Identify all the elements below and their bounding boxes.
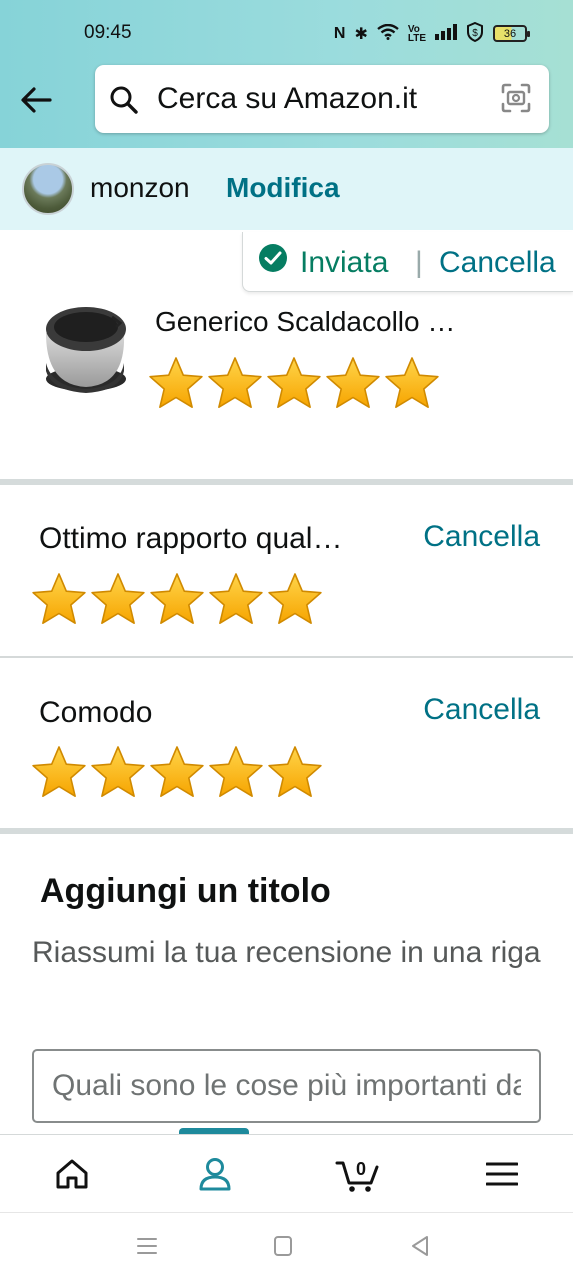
star-icon[interactable] bbox=[149, 745, 205, 799]
edit-profile-link[interactable]: Modifica bbox=[226, 172, 340, 204]
sent-status-label: Inviata bbox=[300, 246, 389, 279]
battery-icon: 36 bbox=[493, 25, 530, 42]
attribute-star-rating[interactable] bbox=[31, 572, 323, 626]
star-icon[interactable] bbox=[149, 572, 205, 626]
star-icon[interactable] bbox=[31, 745, 87, 799]
profile-name: monzon bbox=[90, 172, 190, 203]
product-title: Generico Scaldacollo … bbox=[155, 306, 456, 337]
back-button[interactable] bbox=[14, 80, 58, 120]
divider bbox=[0, 656, 573, 658]
star-icon[interactable] bbox=[384, 356, 440, 410]
nav-menu[interactable] bbox=[430, 1135, 573, 1213]
cancel-review-link[interactable]: Cancella bbox=[439, 246, 556, 280]
star-icon[interactable] bbox=[31, 572, 87, 626]
status-separator: | bbox=[415, 246, 423, 279]
star-icon[interactable] bbox=[208, 745, 264, 799]
status-time: 09:45 bbox=[84, 22, 132, 43]
nav-home[interactable] bbox=[0, 1135, 143, 1213]
product-image bbox=[42, 303, 130, 395]
nav-cart[interactable]: 0 bbox=[286, 1135, 429, 1213]
back-arrow-icon bbox=[21, 87, 52, 113]
system-nav-bar bbox=[0, 1212, 573, 1280]
review-title-input[interactable] bbox=[32, 1049, 541, 1123]
nfc-icon: N bbox=[333, 24, 346, 42]
status-icons: N ✱ Vo LTE $ 36 bbox=[333, 21, 530, 45]
review-status-tab: Inviata | Cancella bbox=[242, 232, 573, 292]
check-circle-icon bbox=[259, 244, 287, 272]
attribute-cancel-link[interactable]: Cancella bbox=[423, 693, 540, 727]
back-triangle-icon[interactable] bbox=[410, 1235, 430, 1257]
home-icon bbox=[56, 1159, 87, 1189]
star-icon[interactable] bbox=[90, 572, 146, 626]
add-title-subtitle: Riassumi la tua recensione in una riga bbox=[32, 936, 541, 969]
menu-icon bbox=[485, 1162, 518, 1186]
star-icon[interactable] bbox=[267, 745, 323, 799]
cart-count: 0 bbox=[355, 1159, 365, 1179]
wifi-icon bbox=[377, 23, 399, 43]
battery-level: 36 bbox=[503, 27, 517, 40]
attribute-label: Ottimo rapporto qual… bbox=[39, 522, 343, 555]
star-icon[interactable] bbox=[90, 745, 146, 799]
status-bar: 09:45 N ✱ Vo LTE $ 36 bbox=[0, 0, 573, 62]
nav-account[interactable] bbox=[143, 1135, 286, 1213]
divider bbox=[0, 479, 573, 485]
bluetooth-icon: ✱ bbox=[354, 25, 368, 43]
shield-icon: $ bbox=[466, 21, 484, 45]
star-icon[interactable] bbox=[148, 356, 204, 410]
signal-icon bbox=[435, 24, 457, 43]
camera-scan-icon[interactable] bbox=[501, 83, 531, 113]
star-icon[interactable] bbox=[266, 356, 322, 410]
attribute-star-rating[interactable] bbox=[31, 745, 323, 799]
add-title-heading: Aggiungi un titolo bbox=[40, 872, 331, 910]
header: Cerca su Amazon.it bbox=[0, 62, 573, 148]
search-bar[interactable]: Cerca su Amazon.it bbox=[95, 65, 549, 133]
star-icon[interactable] bbox=[207, 356, 263, 410]
svg-text:$: $ bbox=[472, 28, 478, 39]
recent-apps-icon[interactable] bbox=[136, 1235, 158, 1257]
search-input[interactable]: Cerca su Amazon.it bbox=[157, 82, 417, 116]
star-icon[interactable] bbox=[325, 356, 381, 410]
volte-icon: Vo LTE bbox=[407, 23, 426, 44]
product-star-rating[interactable] bbox=[148, 356, 440, 410]
divider bbox=[0, 828, 573, 834]
star-icon[interactable] bbox=[267, 572, 323, 626]
bottom-nav: 0 bbox=[0, 1134, 573, 1212]
search-icon bbox=[110, 86, 138, 114]
star-icon[interactable] bbox=[208, 572, 264, 626]
attribute-cancel-link[interactable]: Cancella bbox=[423, 520, 540, 554]
home-button-icon[interactable] bbox=[273, 1235, 293, 1257]
account-icon bbox=[199, 1158, 230, 1191]
profile-bar: monzon Modifica bbox=[0, 148, 573, 230]
avatar bbox=[22, 163, 74, 215]
attribute-label: Comodo bbox=[39, 696, 153, 729]
cart-icon: 0 bbox=[335, 1159, 378, 1192]
